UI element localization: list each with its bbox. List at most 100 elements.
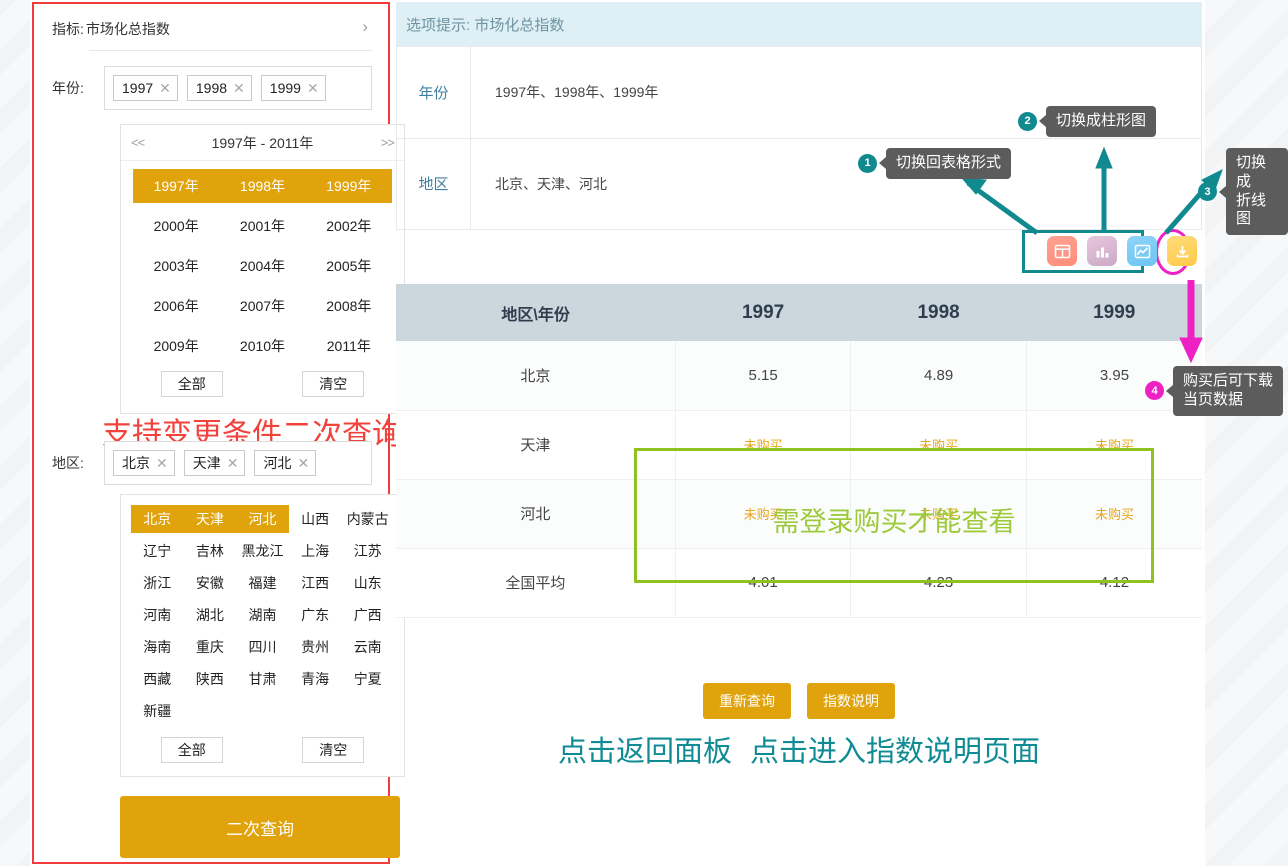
chevron-right-icon[interactable]: ›	[362, 18, 368, 35]
remove-tag-icon[interactable]: ✕	[233, 81, 245, 95]
region-option[interactable]: 云南	[341, 633, 394, 661]
table-row-header: 全国平均	[396, 548, 676, 618]
region-option[interactable]: 福建	[236, 569, 289, 597]
table-view-icon[interactable]	[1047, 236, 1077, 266]
download-icon[interactable]	[1167, 236, 1197, 266]
region-option[interactable]: 北京	[131, 505, 184, 533]
region-tag[interactable]: 北京 ✕	[113, 450, 175, 476]
region-option[interactable]: 陕西	[184, 665, 237, 693]
region-option[interactable]: 山西	[289, 505, 342, 533]
next-range-button[interactable]: >>	[381, 135, 395, 150]
year-tag[interactable]: 1997 ✕	[113, 75, 178, 101]
condition-row: 地区 北京、天津、河北	[396, 137, 1202, 230]
region-select-all-button[interactable]: 全部	[160, 737, 223, 763]
year-option[interactable]: 1997年	[133, 169, 220, 203]
year-option[interactable]: 2002年	[306, 209, 392, 243]
region-option[interactable]: 湖北	[184, 601, 237, 629]
year-select-all-button[interactable]: 全部	[160, 371, 223, 397]
region-option[interactable]: 浙江	[131, 569, 184, 597]
region-tag[interactable]: 天津 ✕	[183, 450, 246, 476]
region-option[interactable]: 广西	[341, 601, 394, 629]
region-option[interactable]: 湖南	[236, 601, 289, 629]
callout-1-pointer	[879, 157, 886, 170]
year-tag-input[interactable]: 1997 ✕ 1998 ✕ 1999 ✕	[104, 66, 372, 110]
region-option[interactable]: 青海	[289, 665, 342, 693]
year-option[interactable]: 2005年	[306, 249, 392, 283]
requery-button[interactable]: 重新查询	[703, 683, 791, 719]
year-tag-label: 1998	[195, 80, 228, 96]
locked-cell[interactable]: 未购买	[675, 410, 852, 480]
line-chart-icon[interactable]	[1127, 236, 1157, 266]
region-option[interactable]: 新疆	[131, 697, 184, 725]
region-option[interactable]: 河南	[131, 601, 184, 629]
year-option[interactable]: 2007年	[219, 289, 305, 323]
region-option[interactable]: 四川	[236, 633, 289, 661]
year-option[interactable]: 2009年	[133, 329, 219, 363]
region-option[interactable]: 内蒙古	[341, 505, 394, 533]
indicator-value: 市场化总指数	[85, 21, 170, 37]
index-description-button[interactable]: 指数说明	[807, 683, 895, 719]
remove-tag-icon[interactable]: ✕	[307, 81, 319, 95]
region-option[interactable]: 天津	[183, 505, 237, 533]
year-option[interactable]: 2008年	[306, 289, 392, 323]
region-tag[interactable]: 河北 ✕	[254, 450, 317, 476]
callout-3-number: 3	[1198, 182, 1217, 201]
callout-2-number: 2	[1018, 111, 1037, 131]
year-clear-button[interactable]: 清空	[302, 371, 365, 397]
table-row: 全国平均 4.01 4.23 4.12	[396, 548, 1202, 618]
locked-cell[interactable]: 未购买	[1026, 410, 1202, 480]
region-clear-button[interactable]: 清空	[302, 737, 365, 763]
region-option[interactable]: 河北	[236, 505, 289, 533]
region-filter-row: 地区: 北京 ✕ 天津 ✕ 河北 ✕	[52, 439, 372, 487]
bar-chart-icon[interactable]	[1087, 236, 1117, 266]
screenshot-root: 指标: 市场化总指数 › 年份: 1997 ✕ 1998 ✕ 1999 ✕ << 1997…	[0, 0, 1288, 866]
year-option[interactable]: 2010年	[219, 329, 305, 363]
region-picker-footer: 全部 清空	[121, 725, 404, 763]
region-option[interactable]: 黑龙江	[236, 537, 289, 565]
remove-tag-icon[interactable]: ✕	[297, 456, 309, 470]
region-option[interactable]: 甘肃	[236, 665, 289, 693]
condition-key: 年份	[396, 46, 471, 139]
year-tag[interactable]: 1998 ✕	[186, 75, 252, 101]
region-option[interactable]: 宁夏	[341, 665, 394, 693]
year-option[interactable]: 2003年	[133, 249, 219, 283]
region-option[interactable]: 江西	[289, 569, 342, 597]
year-option[interactable]: 2000年	[133, 209, 219, 243]
region-option[interactable]: 吉林	[184, 537, 237, 565]
year-option[interactable]: 2006年	[133, 289, 219, 323]
year-option[interactable]: 1999年	[305, 169, 392, 203]
option-hint-bar: 选项提示: 市场化总指数	[396, 2, 1202, 46]
year-option[interactable]: 2011年	[306, 329, 392, 363]
region-option[interactable]: 贵州	[289, 633, 342, 661]
region-option[interactable]: 重庆	[184, 633, 237, 661]
region-option[interactable]: 西藏	[131, 665, 184, 693]
secondary-query-button[interactable]: 二次查询	[120, 796, 400, 858]
table-row-header: 天津	[396, 410, 676, 480]
year-tag[interactable]: 1999 ✕	[260, 75, 326, 101]
remove-tag-icon[interactable]: ✕	[159, 81, 171, 95]
data-cell: 5.15	[675, 341, 852, 411]
table-row: 北京 5.15 4.89 3.95	[396, 341, 1202, 411]
locked-cell[interactable]: 未购买	[850, 410, 1027, 480]
region-option[interactable]: 海南	[131, 633, 184, 661]
region-option[interactable]: 广东	[289, 601, 342, 629]
bottom-annotations: 点击返回面板 点击进入指数说明页面	[396, 728, 1202, 770]
region-option[interactable]: 上海	[289, 537, 342, 565]
prev-range-button[interactable]: <<	[131, 135, 145, 150]
remove-tag-icon[interactable]: ✕	[156, 456, 168, 470]
year-option[interactable]: 1998年	[219, 169, 306, 203]
region-option[interactable]: 山东	[341, 569, 394, 597]
year-tag-label: 1999	[269, 80, 301, 96]
remove-tag-icon[interactable]: ✕	[227, 456, 239, 470]
year-tag-label: 1997	[122, 80, 154, 96]
region-option[interactable]: 安徽	[184, 569, 237, 597]
year-range-label: 1997年 - 2011年	[211, 134, 314, 151]
indicator-row[interactable]: 指标: 市场化总指数 ›	[52, 12, 372, 46]
region-option[interactable]: 辽宁	[131, 537, 184, 565]
region-option[interactable]: 江苏	[341, 537, 394, 565]
region-tag-input[interactable]: 北京 ✕ 天津 ✕ 河北 ✕	[104, 441, 372, 485]
year-option[interactable]: 2004年	[219, 249, 305, 283]
region-grid: 北京 天津 河北 山西 内蒙古辽宁 吉林 黑龙江 上海 江苏浙江 安徽 福建 江西 山东河南 湖北 湖南 广东…	[121, 495, 404, 725]
year-option[interactable]: 2001年	[219, 209, 305, 243]
condition-value: 北京、天津、河北	[470, 137, 1202, 230]
